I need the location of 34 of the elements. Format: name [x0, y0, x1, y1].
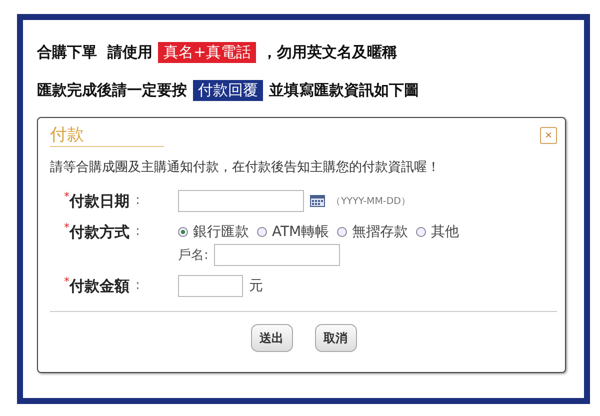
date-format-hint: （YYYY-MM-DD）	[331, 194, 411, 208]
notice-text: 請等合購成團及主購通知付款，在付款後告知主購您的付款資訊喔！	[50, 159, 441, 176]
instruction-text: ，勿用英文名及暱稱	[262, 42, 398, 62]
radio-button[interactable]	[416, 227, 426, 237]
required-mark: *	[64, 221, 70, 234]
required-mark: *	[64, 190, 70, 203]
date-field[interactable]	[178, 190, 304, 212]
amount-field[interactable]	[178, 275, 243, 297]
colon-text: :	[136, 192, 140, 210]
unit-label: 元	[249, 277, 263, 295]
highlight-label: 付款回覆	[193, 80, 263, 100]
account-name-field[interactable]	[214, 244, 340, 266]
radio-button[interactable]	[257, 227, 267, 237]
colon-text: :	[136, 223, 140, 241]
colon-text: :	[136, 277, 140, 295]
dialog-button[interactable]: 取消	[314, 324, 356, 352]
option-label[interactable]: 無摺存款	[352, 223, 408, 241]
highlight-label: 真名+真電話	[158, 42, 256, 62]
instruction-text: 並填寫匯款資訊如下圖	[269, 80, 419, 100]
option-label[interactable]: 其他	[431, 223, 460, 241]
field-label: 付款方式	[70, 222, 130, 243]
radio-button[interactable]	[337, 227, 348, 237]
option-label[interactable]: ATM轉帳	[272, 223, 330, 241]
instruction-text: 匯款完成後請一定要按	[37, 80, 187, 100]
option-label[interactable]: 銀行匯款	[193, 223, 249, 241]
instruction-text: 合購下單 請使用	[37, 42, 152, 62]
dialog-button[interactable]: 送出	[250, 324, 292, 352]
radio-button[interactable]	[178, 227, 188, 237]
field-label: 付款金額	[70, 276, 130, 297]
field-label: 付款日期	[70, 191, 130, 212]
account-name-label: 戶名:	[178, 247, 208, 264]
calendar-icon[interactable]	[310, 195, 325, 207]
required-mark: *	[64, 275, 70, 288]
dialog-title: 付款	[50, 123, 164, 147]
